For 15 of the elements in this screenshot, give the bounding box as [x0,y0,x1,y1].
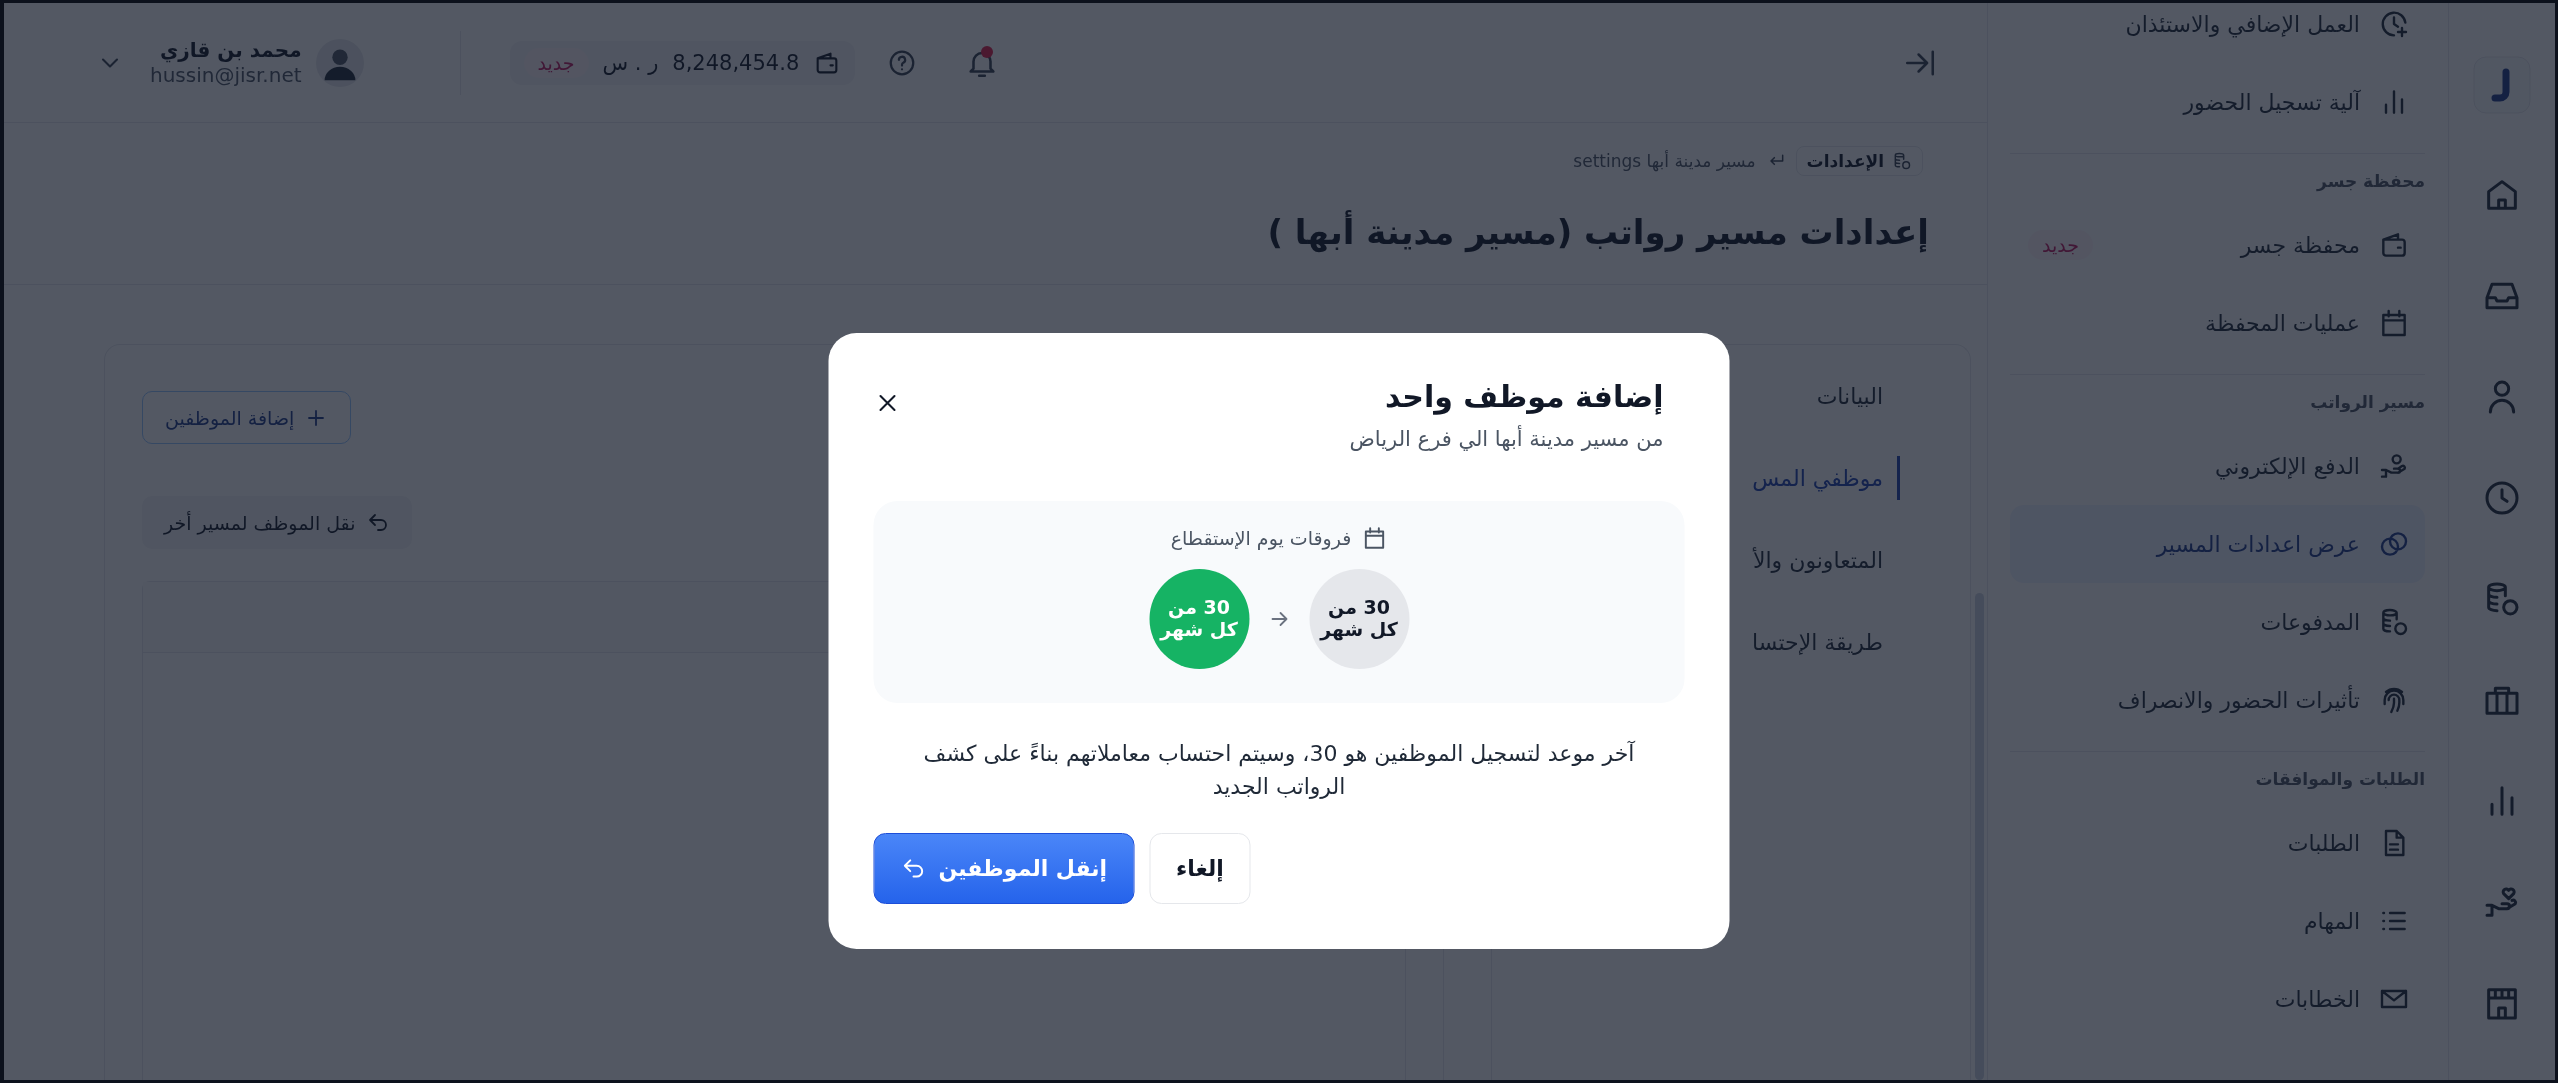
tab[interactable]: المتعاونون والأ [1752,519,1900,601]
modal-title: إضافة موظف واحد [1384,379,1664,415]
new-day-circle: 30 من كل شهر [1149,569,1249,669]
tab[interactable]: طريقة الإحتسا [1752,601,1900,683]
current-day-circle: 30 من كل شهر [1309,569,1409,669]
move-employees-button[interactable]: إنقل الموظفين [873,833,1135,904]
currency-label: ر . س [602,50,659,75]
tab[interactable]: البيانات [1816,355,1900,437]
modal-subtitle: من مسير مدينة أبها الي فرع الرياض [1349,427,1664,451]
modal-note: آخر موعد لتسجيل الموظفين هو 30، وسيتم احتساب معاملاتهم بناءً على كشف الرواتب الجديد [922,740,1637,801]
balance-amount: 8,248,454.8 [672,50,800,75]
user-name: محمد بن قازي [158,37,302,63]
page-title: إعدادات مسير رواتب (مسير مدينة أبها ) [1266,209,1929,255]
deduction-label: فروقات يوم الإستقطاع [1170,527,1352,549]
cancel-button[interactable]: إلغاء [1149,833,1251,904]
